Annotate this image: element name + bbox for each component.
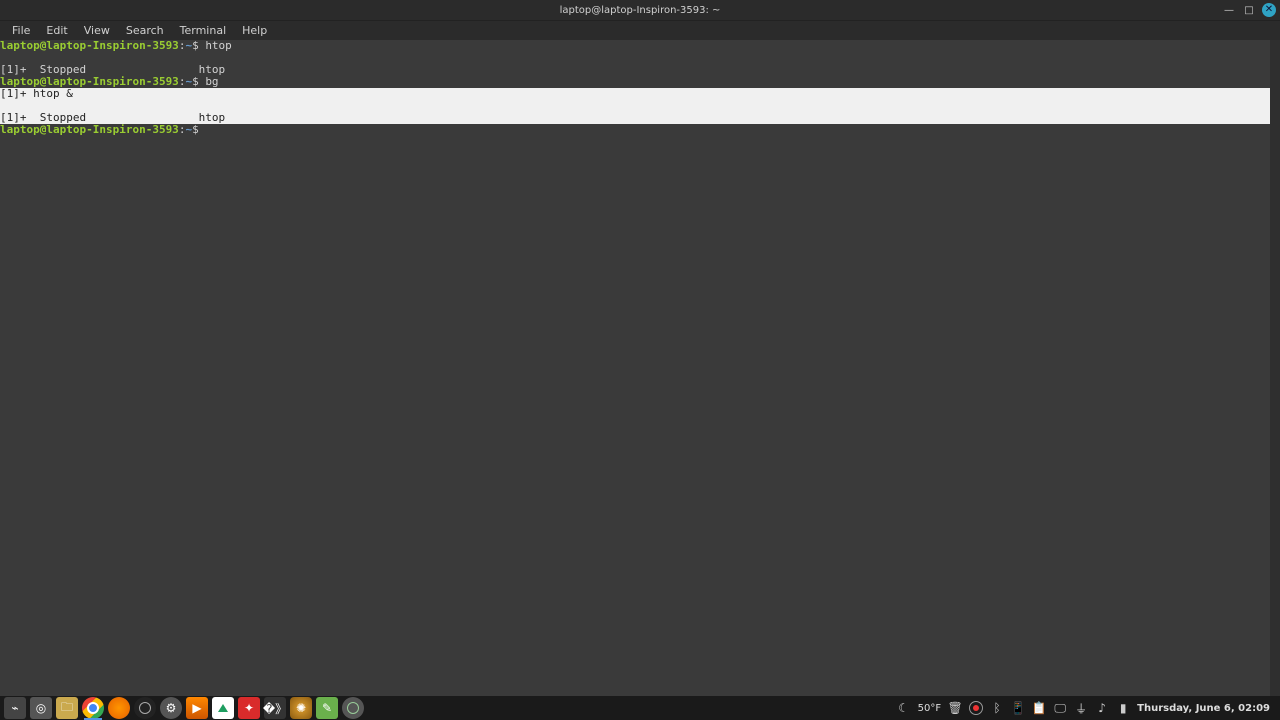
taskbar-app-files[interactable]: 🗀 bbox=[56, 697, 78, 719]
settings-icon: ⚙ bbox=[166, 701, 177, 715]
clipboard-icon[interactable]: 📋 bbox=[1032, 701, 1046, 715]
taskbar-apps: ⌁ ◎ 🗀 ⚙ ▶ ✦ �》 ✺ ✎ bbox=[0, 697, 364, 719]
maximize-button[interactable]: □ bbox=[1242, 3, 1256, 17]
weather-icon[interactable]: ☾ bbox=[897, 701, 911, 715]
prompt-user: laptop@laptop-Inspiron-3593 bbox=[0, 39, 179, 52]
prompt-line: laptop@laptop-Inspiron-3593:~$ htop bbox=[0, 40, 1270, 52]
taskbar-app-app-octo[interactable]: ✺ bbox=[290, 697, 312, 719]
taskbar-app-chrome[interactable] bbox=[82, 697, 104, 719]
taskbar-app-firefox[interactable] bbox=[108, 697, 130, 719]
wifi-icon[interactable]: ⏚ bbox=[1074, 701, 1088, 715]
app-arrows-icon: �》 bbox=[263, 700, 287, 717]
volume-icon[interactable]: ♪ bbox=[1095, 701, 1109, 715]
app-red-icon: ✦ bbox=[244, 701, 254, 715]
taskbar-app-app-green[interactable]: ✎ bbox=[316, 697, 338, 719]
files-icon: 🗀 bbox=[61, 698, 73, 719]
taskbar-app-disks[interactable]: ◎ bbox=[30, 697, 52, 719]
phone-icon[interactable]: 📱 bbox=[1011, 701, 1025, 715]
taskbar-app-app-arrows[interactable]: �》 bbox=[264, 697, 286, 719]
taskbar-app-mint-menu[interactable] bbox=[342, 697, 364, 719]
record-icon[interactable] bbox=[969, 701, 983, 715]
terminal-output[interactable]: laptop@laptop-Inspiron-3593:~$ htop [1]+… bbox=[0, 40, 1270, 696]
minimize-button[interactable]: — bbox=[1222, 3, 1236, 17]
taskbar-app-media-player[interactable]: ▶ bbox=[186, 697, 208, 719]
close-button[interactable]: ✕ bbox=[1262, 3, 1276, 17]
menu-bar: FileEditViewSearchTerminalHelp bbox=[0, 20, 1280, 40]
app-octo-icon: ✺ bbox=[296, 701, 306, 715]
menu-file[interactable]: File bbox=[4, 22, 38, 39]
taskbar-app-app-red[interactable]: ✦ bbox=[238, 697, 260, 719]
menu-help[interactable]: Help bbox=[234, 22, 275, 39]
weather-temp[interactable]: 50°F bbox=[918, 703, 941, 714]
terminal-scrollbar[interactable] bbox=[1270, 40, 1280, 696]
taskbar-app-vscode[interactable] bbox=[212, 697, 234, 719]
menu-search[interactable]: Search bbox=[118, 22, 172, 39]
prompt-user: laptop@laptop-Inspiron-3593 bbox=[0, 123, 179, 136]
system-tray: ☾ 50°F 🗑 ᛒ 📱 📋 🖵 ⏚ ♪ ▮ Thursday, June 6, 02:09 bbox=[897, 701, 1280, 715]
taskbar: ⌁ ◎ 🗀 ⚙ ▶ ✦ �》 ✺ ✎ ☾ 50°F 🗑 ᛒ 📱 📋 🖵 ⏚ ♪ ▮ Thursday, June 6… bbox=[0, 696, 1280, 720]
window-title: laptop@laptop-Inspiron-3593: ~ bbox=[560, 5, 721, 16]
trash-icon[interactable]: 🗑 bbox=[948, 701, 962, 715]
app-green-icon: ✎ bbox=[322, 701, 332, 715]
bluetooth-icon[interactable]: ᛒ bbox=[990, 701, 1004, 715]
window-titlebar: laptop@laptop-Inspiron-3593: ~ — □ ✕ bbox=[0, 0, 1280, 20]
prompt-line: laptop@laptop-Inspiron-3593:~$ bg bbox=[0, 76, 1270, 88]
menu-view[interactable]: View bbox=[76, 22, 118, 39]
command-text: htop bbox=[205, 39, 232, 52]
taskbar-app-steam[interactable] bbox=[134, 697, 156, 719]
taskbar-app-show-desktop[interactable]: ⌁ bbox=[4, 697, 26, 719]
menu-edit[interactable]: Edit bbox=[38, 22, 75, 39]
display-icon[interactable]: 🖵 bbox=[1053, 701, 1067, 715]
disks-icon: ◎ bbox=[36, 701, 46, 715]
taskbar-app-settings[interactable]: ⚙ bbox=[160, 697, 182, 719]
inverse-line: [1]+ htop & bbox=[0, 88, 1270, 100]
prompt-line: laptop@laptop-Inspiron-3593:~$ bbox=[0, 124, 1270, 136]
menu-terminal[interactable]: Terminal bbox=[172, 22, 235, 39]
window-controls: — □ ✕ bbox=[1222, 3, 1276, 17]
battery-icon[interactable]: ▮ bbox=[1116, 701, 1130, 715]
media-player-icon: ▶ bbox=[192, 701, 201, 715]
show-desktop-icon: ⌁ bbox=[11, 701, 18, 715]
clock[interactable]: Thursday, June 6, 02:09 bbox=[1137, 703, 1270, 714]
command-text: bg bbox=[205, 75, 218, 88]
